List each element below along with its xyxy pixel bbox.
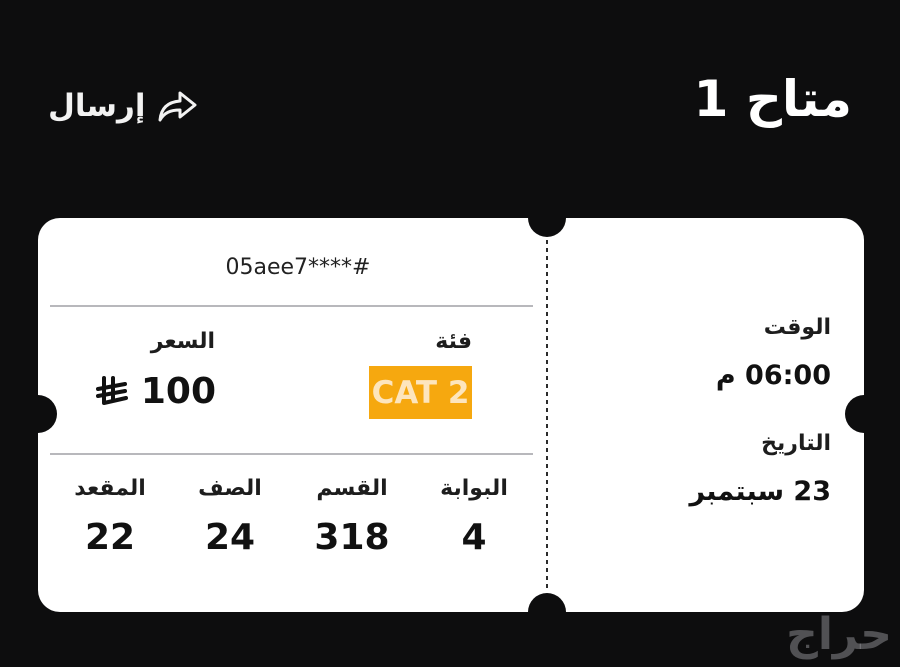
watermark-logo: حراج xyxy=(786,609,892,660)
date-value: 23 سبتمبر xyxy=(689,476,832,507)
gate-value: 4 xyxy=(461,517,487,558)
divider xyxy=(50,305,533,307)
divider xyxy=(50,453,533,455)
section-value: 318 xyxy=(314,517,390,558)
seat-info: المقعد 22 xyxy=(50,476,170,558)
price: 100 xyxy=(95,371,216,412)
section-label: القسم xyxy=(316,476,388,501)
send-label: إرسال xyxy=(48,88,146,124)
row-value: 24 xyxy=(204,517,256,558)
gate-info: البوابة 4 xyxy=(414,476,534,558)
price-label: السعر xyxy=(150,329,215,354)
seat-value: 22 xyxy=(84,517,136,558)
price-value: 100 xyxy=(140,371,216,412)
seat-label: المقعد xyxy=(74,476,146,501)
date-label: التاريخ xyxy=(761,431,831,456)
share-forward-icon xyxy=(158,91,196,122)
ticket-card[interactable]: 05aee7****# فئة CAT 2 السعر 100 البوابة … xyxy=(38,218,864,612)
ticket-id: 05aee7****# xyxy=(225,255,371,280)
page-title: متاح 1 xyxy=(693,70,852,128)
category-label: فئة xyxy=(435,329,472,354)
row-info: الصف 24 xyxy=(170,476,290,558)
time-value: 06:00 م xyxy=(715,360,831,391)
row-label: الصف xyxy=(198,476,262,501)
gate-label: البوابة xyxy=(440,476,508,501)
time-label: الوقت xyxy=(763,315,831,340)
section-info: القسم 318 xyxy=(292,476,412,558)
saudi-riyal-icon xyxy=(95,375,128,405)
category-badge: CAT 2 xyxy=(369,366,472,419)
send-button[interactable]: إرسال xyxy=(48,88,198,124)
